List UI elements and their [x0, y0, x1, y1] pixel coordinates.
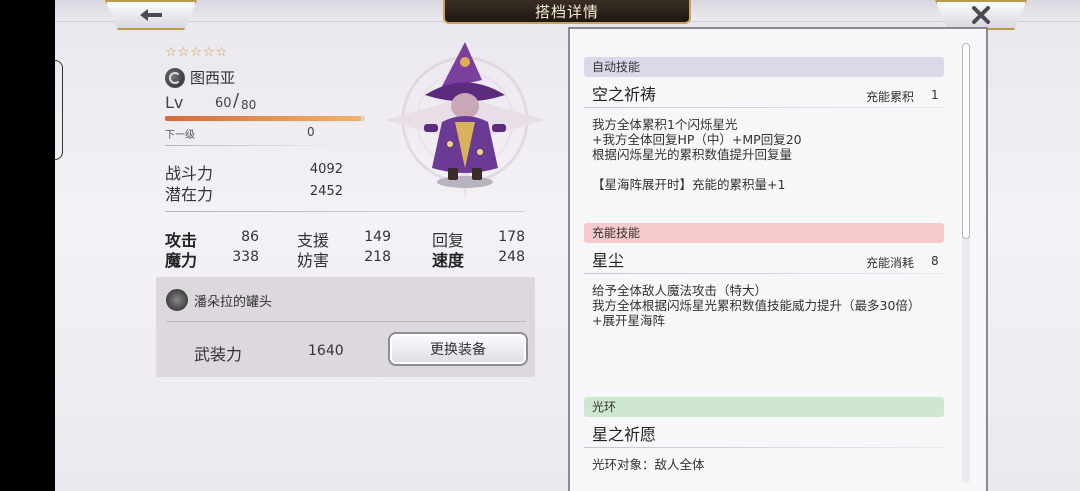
back-button[interactable]: [105, 0, 197, 30]
character-name-row: 图西亚: [165, 67, 235, 88]
level-value: 60: [215, 96, 232, 111]
equipment-panel: 潘朵拉的罐头 武装力 1640 更换装备: [156, 277, 535, 377]
attr-value-recovery: 178: [498, 229, 525, 245]
skill-name: 星尘: [592, 251, 625, 270]
divider: [584, 447, 944, 448]
attr-value-support: 149: [364, 229, 391, 245]
divider: [584, 273, 944, 274]
star-icon: ☆: [177, 45, 190, 60]
star-icon: ☆: [215, 45, 228, 60]
exp-value: 0: [307, 125, 315, 139]
skill-description: 光环对象：敌人全体: [592, 457, 705, 472]
scrollbar-thumb[interactable]: [962, 43, 970, 239]
attr-value-hinder: 218: [364, 249, 391, 265]
level-label: Lv: [165, 93, 184, 112]
page-title-text: 搭档详情: [534, 2, 599, 21]
element-icon: [165, 67, 185, 88]
rarity-stars: ☆ ☆ ☆ ☆ ☆: [165, 46, 227, 59]
game-screen: 搭档详情 ☆ ☆ ☆ ☆ ☆ 图西亚 Lv 60 / 80 下一级 0 战斗力 …: [55, 0, 1080, 491]
skill-meta-value: 8: [931, 254, 939, 268]
potential-label: 潜在力: [165, 185, 214, 204]
combat-power-value: 4092: [309, 162, 343, 177]
equipment-power-value: 1640: [308, 343, 344, 359]
attr-label-hinder: 妨害: [297, 251, 330, 270]
equipment-power-label: 武装力: [194, 345, 243, 364]
level-max: 80: [241, 98, 257, 112]
equipment-name: 潘朵拉的罐头: [194, 295, 273, 310]
skill-name: 空之祈祷: [592, 85, 657, 104]
close-x-icon: [971, 6, 991, 24]
potential-value: 2452: [309, 184, 343, 199]
exp-label: 下一级: [165, 130, 195, 141]
arrow-left-icon: [138, 7, 164, 23]
skills-panel[interactable]: 自动技能 空之祈祷 充能累积 1 我方全体累积1个闪烁星光 +我方全体回复HP（…: [568, 27, 988, 491]
skill-category-header: 充能技能: [584, 223, 944, 243]
character-sprite: [424, 42, 506, 188]
skill-description: 我方全体累积1个闪烁星光 +我方全体回复HP（中）+MP回复20 根据闪烁星光的…: [592, 117, 802, 192]
attr-label-magic: 魔力: [165, 251, 198, 270]
skill-meta-value: 1: [931, 88, 939, 102]
exp-bar-fill: [165, 116, 361, 121]
equipment-icon: [166, 289, 188, 311]
scrollbar-track[interactable]: [962, 43, 970, 483]
star-icon: ☆: [165, 45, 177, 60]
skill-description: 给予全体敌人魔法攻击（特大） 我方全体根据闪烁星光累积数值技能威力提升（最多30…: [592, 283, 921, 328]
skill-meta-label: 充能累积: [866, 90, 915, 104]
skill-name: 星之祈愿: [592, 425, 657, 444]
skill-category-header: 自动技能: [584, 57, 944, 77]
exp-bar: [165, 116, 365, 121]
divider: [166, 321, 526, 322]
change-equipment-button[interactable]: 更换装备: [388, 332, 528, 366]
character-name: 图西亚: [190, 69, 236, 87]
close-button[interactable]: [935, 0, 1027, 30]
divider: [165, 145, 345, 146]
skill-meta-label: 充能消耗: [866, 256, 915, 270]
star-icon: ☆: [202, 45, 215, 60]
attr-label-speed: 速度: [432, 251, 465, 270]
divider: [165, 211, 525, 212]
level-slash: /: [233, 90, 240, 111]
edge-decoration: [55, 60, 63, 160]
attr-value-attack: 86: [241, 229, 259, 245]
star-icon: ☆: [190, 45, 202, 60]
attr-value-speed: 248: [498, 249, 525, 265]
skill-category-header: 光环: [584, 397, 944, 417]
attr-value-magic: 338: [232, 249, 259, 265]
page-title: 搭档详情: [443, 0, 691, 24]
divider: [584, 107, 944, 108]
